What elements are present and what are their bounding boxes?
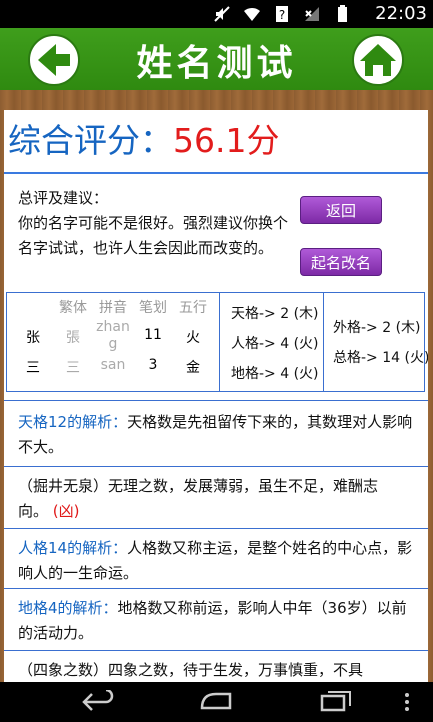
advice-block: 总评及建议： 你的名字可能不是很好。强烈建议你换个名字试试，也许人生会因此而改变… [18,186,288,261]
app-header: 姓名测试 [0,28,433,90]
return-button[interactable]: 返回 [300,196,382,224]
fortune-tag: (凶) [52,502,80,520]
dige-value: 地格-> 4 (火) [231,366,319,382]
result-card: 综合评分：56.1分 总评及建议： 你的名字可能不是很好。强烈建议你换个名字试试… [4,110,428,682]
divider [323,293,324,391]
divider [4,400,428,401]
home-icon [360,44,396,76]
score-value: 56.1分 [173,121,280,160]
wifi-icon [244,7,260,21]
mute-icon [214,6,230,22]
column-header: 繁体 [59,300,87,316]
rename-button[interactable]: 起名改名 [300,248,382,276]
divider [4,528,428,529]
name-char: 张 [26,330,40,346]
divider [4,172,428,174]
analysis-label: 地格4的解析： [18,599,118,617]
pinyin: san [100,357,126,373]
zongge-value: 总格-> 14 (火) [333,350,428,366]
dige-analysis: 地格4的解析：地格数又称前运，影响人中年（36岁）以前的活动力。 [18,596,418,646]
column-header: 拼音 [99,300,127,316]
name-table: 繁体 拼音 笔划 五行 张 張 zhang 11 火 三 三 san 3 金 天… [6,292,428,392]
signal-off-icon [305,7,319,21]
divider [4,588,428,589]
analysis-text: （四象之数）四象之数，待于生发，万事慎重，不具 [18,661,364,679]
clock: 22:03 [375,3,427,24]
stroke-count: 11 [144,327,162,343]
traditional-char: 三 [66,360,80,376]
tiange-meaning: （掘井无泉）无理之数，发展薄弱，虽生不足，难酬志向。 (凶) [18,474,418,524]
home-button[interactable] [352,34,404,86]
waige-value: 外格-> 2 (木) [333,320,421,336]
stroke-count: 3 [148,357,158,373]
advice-text: 你的名字可能不是很好。强烈建议你换个名字试试，也许人生会因此而改变的。 [18,214,289,257]
divider [4,466,428,467]
element: 金 [186,360,200,376]
analysis-label: 人格14的解析： [18,539,128,557]
name-char: 三 [26,360,40,376]
element: 火 [186,330,200,346]
analysis-label: 天格12的解析： [18,413,128,431]
overflow-menu-icon[interactable] [404,692,410,712]
navigation-bar [0,682,433,722]
tiange-analysis: 天格12的解析：天格数是先祖留传下来的，其数理对人影响不大。 [18,410,418,460]
dige-meaning: （四象之数）四象之数，待于生发，万事慎重，不具 [18,658,418,682]
recent-apps-icon[interactable] [318,690,354,714]
column-header: 笔划 [139,300,167,316]
unknown-icon: ? [276,6,288,22]
svg-text:?: ? [279,8,285,22]
score-label: 综合评分： [8,121,173,160]
traditional-char: 張 [66,330,80,346]
overall-score: 综合评分：56.1分 [8,114,279,162]
back-nav-icon[interactable] [80,690,116,714]
advice-heading: 总评及建议： [18,189,109,207]
home-nav-icon[interactable] [198,690,234,714]
status-icons: ? [213,4,351,24]
renge-value: 人格-> 4 (火) [231,336,319,352]
column-header: 五行 [179,300,207,316]
tiange-value: 天格-> 2 (木) [231,306,319,322]
divider [4,650,428,651]
pinyin: zhang [96,319,130,352]
renge-analysis: 人格14的解析：人格数又称主运，是整个姓名的中心点，影响人的一生命运。 [18,536,418,586]
status-bar: ? 22:03 [0,0,433,28]
battery-icon [338,5,347,22]
divider [219,293,220,391]
